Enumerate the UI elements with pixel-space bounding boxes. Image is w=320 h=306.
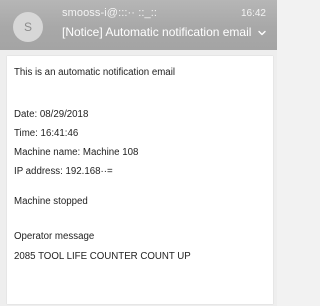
ip-address-line: IP address: 192.168··= <box>14 166 113 177</box>
chevron-down-icon[interactable] <box>257 28 267 38</box>
notification-header[interactable]: S smooss-i@:::·· ::_:: 16:42 [Notice] Au… <box>0 0 277 50</box>
date-line: Date: 08/29/2018 <box>14 109 89 120</box>
avatar: S <box>13 12 43 42</box>
time-line: Time: 16:41:46 <box>14 128 79 139</box>
machine-status-line: Machine stopped <box>14 196 88 207</box>
machine-name-line: Machine name: Machine 108 <box>14 147 139 158</box>
email-notification: S smooss-i@:::·· ::_:: 16:42 [Notice] Au… <box>0 0 277 306</box>
operator-message-text: 2085 TOOL LIFE COUNTER COUNT UP <box>14 251 191 262</box>
email-subject: [Notice] Automatic notification email <box>62 25 252 39</box>
sender-email: smooss-i@:::·· ::_:: <box>62 7 158 19</box>
email-body: This is an automatic notification email … <box>7 56 273 304</box>
operator-message-label: Operator message <box>14 231 95 242</box>
notification-time: 16:42 <box>240 8 266 19</box>
intro-text: This is an automatic notification email <box>14 67 175 78</box>
